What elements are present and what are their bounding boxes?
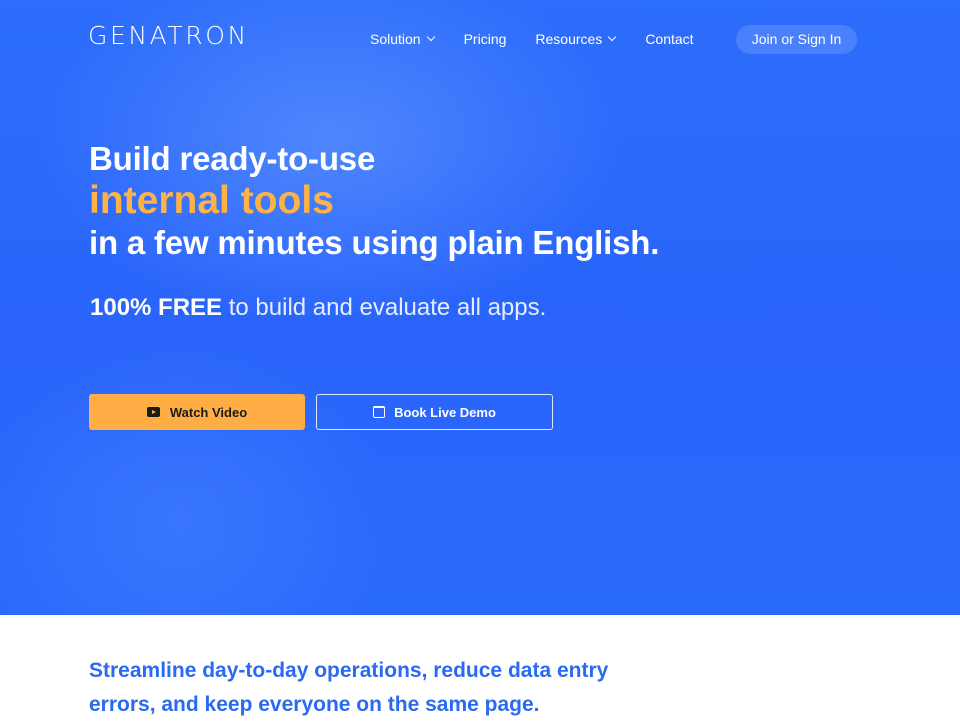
hero-subheadline: 100% FREE to build and evaluate all apps… (90, 292, 546, 324)
nav-item-label: Resources (535, 31, 603, 47)
nav-menu: Solution Pricing Resources Contact (370, 30, 694, 48)
nav-item-contact[interactable]: Contact (645, 30, 693, 48)
join-sign-in-button[interactable]: Join or Sign In (736, 25, 857, 54)
hero-headline: Build ready-to-use internal tools in a f… (89, 138, 659, 264)
youtube-play-icon (146, 407, 160, 417)
subheadline-text: to build and evaluate all apps. (222, 294, 547, 321)
watch-video-label: Watch Video (169, 404, 248, 420)
watch-video-button[interactable]: Watch Video (89, 394, 305, 430)
nav-item-label: Solution (370, 31, 421, 47)
hero-section: GENATRON Solution Pricing Resources Cont… (0, 0, 960, 615)
nav-item-pricing[interactable]: Pricing (464, 30, 507, 48)
calendar-icon (373, 406, 386, 418)
book-live-demo-button[interactable]: Book Live Demo (316, 394, 553, 430)
headline-line-1: Build ready-to-use (89, 140, 376, 177)
headline-line-3: in a few minutes using plain English. (89, 224, 660, 261)
top-navigation: GENATRON Solution Pricing Resources Cont… (0, 0, 960, 78)
chevron-down-icon (608, 32, 617, 42)
nav-item-resources[interactable]: Resources (535, 30, 617, 48)
free-highlight: 100% FREE (90, 294, 223, 321)
nav-item-solution[interactable]: Solution (370, 30, 435, 48)
nav-item-label: Contact (645, 31, 694, 47)
section-tagline: Streamline day-to-day operations, reduce… (89, 659, 609, 716)
headline-highlight: internal tools (89, 179, 334, 222)
book-demo-label: Book Live Demo (394, 404, 496, 420)
nav-item-label: Pricing (463, 31, 507, 47)
chevron-down-icon (426, 32, 435, 42)
genatron-logo[interactable]: GENATRON (88, 20, 249, 52)
